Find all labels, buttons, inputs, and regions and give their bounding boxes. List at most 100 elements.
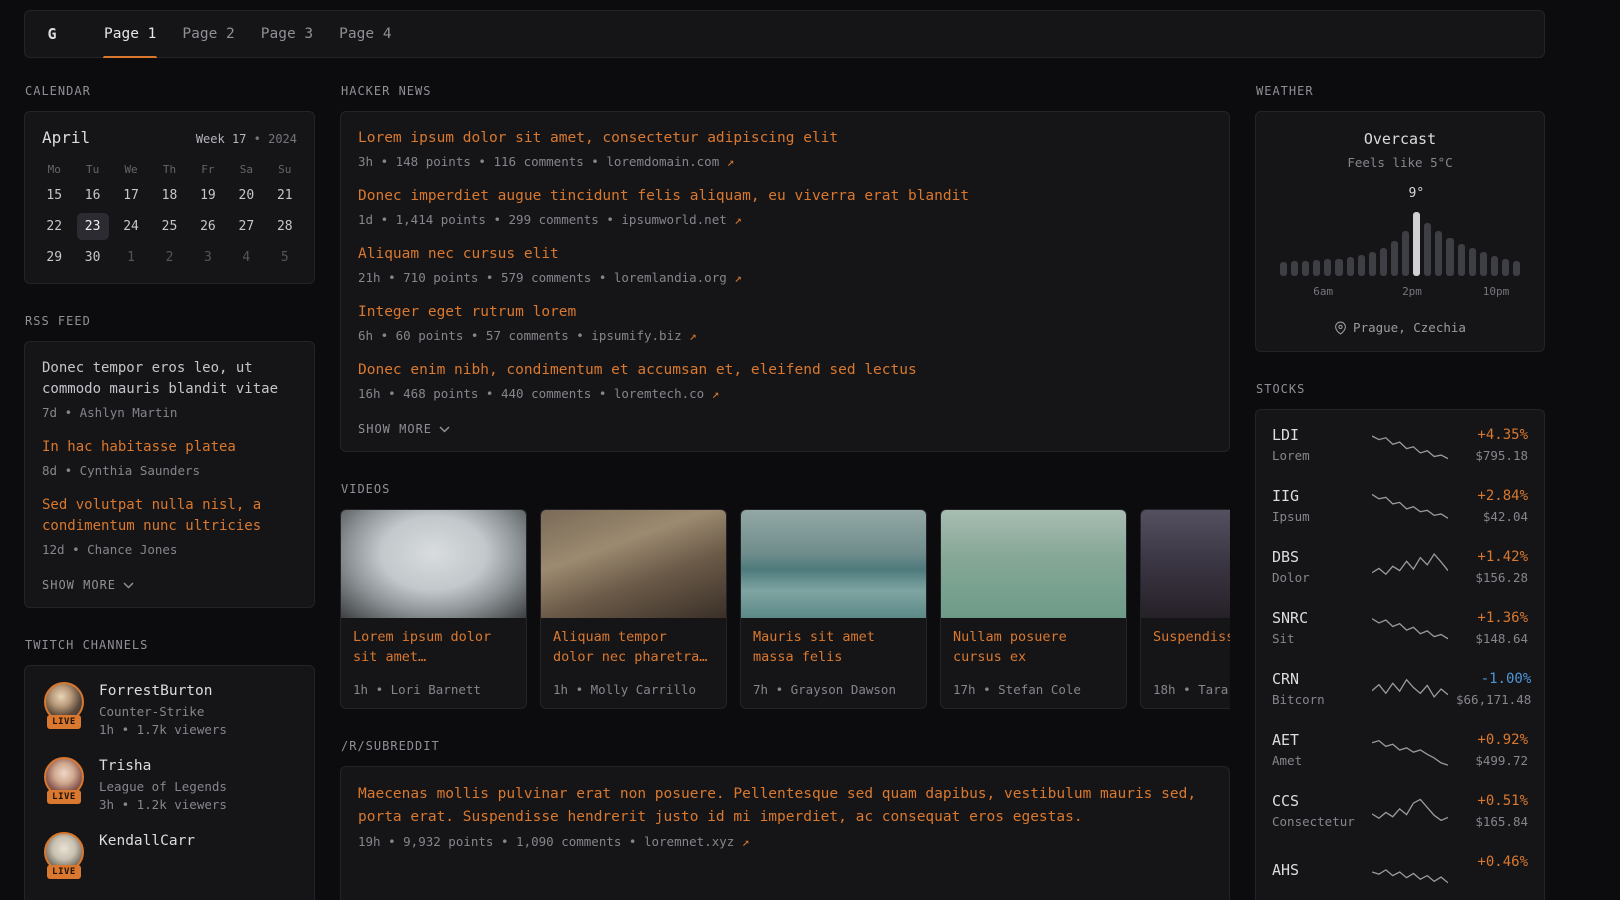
rss-section: RSS FEED Donec tempor eros leo, ut commo… — [24, 314, 315, 608]
video-thumbnail[interactable] — [341, 510, 526, 618]
video-thumbnail[interactable] — [1141, 510, 1230, 618]
news-item-title[interactable]: Aliquam nec cursus elit — [358, 244, 1212, 265]
calendar-day: 22 — [38, 213, 70, 240]
show-more-button[interactable]: SHOW MORE — [42, 578, 134, 592]
rss-item-title[interactable]: In hac habitasse platea — [42, 437, 297, 458]
video-card[interactable]: Suspendisse diam 18h • Tara — [1140, 509, 1230, 709]
video-title[interactable]: Mauris sit amet massa felis — [753, 627, 914, 667]
weather-bar — [1291, 261, 1298, 276]
stock-price: $66,171.48 — [1456, 692, 1531, 707]
video-title[interactable]: Nullam posuere cursus ex — [953, 627, 1114, 667]
rss-item-title[interactable]: Sed volutpat nulla nisl, a condimentum n… — [42, 495, 297, 537]
stock-symbol: AHS — [1272, 861, 1364, 880]
twitch-channel[interactable]: LIVE Trisha League of Legends 3h • 1.2k … — [42, 757, 297, 812]
weather-card: Overcast Feels like 5°C 9° 6am2pm10pm Pr… — [1255, 111, 1545, 352]
tab-page-2[interactable]: Page 2 — [169, 11, 247, 57]
video-card[interactable]: Aliquam tempor dolor nec pharetra… 1h • … — [540, 509, 727, 709]
external-link-icon[interactable]: ↗ — [742, 834, 750, 849]
left-column: CALENDAR April Week 17 • 2024 Mo Tu We T… — [24, 84, 315, 900]
hacker-news-section: HACKER NEWS Lorem ipsum dolor sit amet, … — [340, 84, 1230, 452]
live-badge: LIVE — [47, 715, 81, 729]
weather-bar — [1480, 252, 1487, 276]
stock-row[interactable]: AET Amet +0.92% $499.72 — [1256, 719, 1544, 780]
external-link-icon[interactable]: ↗ — [734, 270, 742, 285]
calendar-weekday-row: Mo Tu We Th Fr Sa Su — [25, 157, 314, 180]
stock-sparkline — [1372, 427, 1448, 463]
weather-bar — [1380, 248, 1387, 276]
external-link-icon[interactable]: ↗ — [734, 212, 742, 227]
topbar: G Page 1 Page 2 Page 3 Page 4 — [24, 10, 1545, 58]
stock-row[interactable]: CCS Consectetur +0.51% $165.84 — [1256, 780, 1544, 841]
stocks-section-title: STOCKS — [1256, 382, 1545, 397]
video-thumbnail[interactable] — [741, 510, 926, 618]
twitch-channel[interactable]: LIVE ForrestBurton Counter-Strike 1h • 1… — [42, 682, 297, 737]
calendar-week-label: Week 17 • 2024 — [196, 132, 297, 146]
twitch-channel-name[interactable]: ForrestBurton — [99, 682, 227, 701]
reddit-post-title[interactable]: Maecenas mollis pulvinar erat non posuer… — [358, 783, 1212, 829]
twitch-channel-name[interactable]: KendallCarr — [99, 832, 195, 851]
stock-symbol: LDI — [1272, 426, 1364, 445]
twitch-channel[interactable]: LIVE KendallCarr — [42, 832, 297, 879]
external-link-icon[interactable]: ↗ — [712, 386, 720, 401]
twitch-channel-game: League of Legends — [99, 779, 227, 794]
stock-row[interactable]: CRN Bitcorn -1.00% $66,171.48 — [1256, 658, 1544, 719]
rss-section-title: RSS FEED — [25, 314, 315, 329]
stock-change: +0.92% — [1456, 731, 1528, 749]
dashboard-page: G Page 1 Page 2 Page 3 Page 4 CALENDAR A… — [0, 0, 1620, 900]
stock-name: Dolor — [1272, 570, 1364, 585]
calendar-section-title: CALENDAR — [25, 84, 315, 99]
weather-bar — [1324, 259, 1331, 276]
stocks-section: STOCKS LDI Lorem +4.35% $795.18 — [1255, 382, 1545, 900]
rss-item: Sed volutpat nulla nisl, a condimentum n… — [42, 495, 297, 557]
stock-row[interactable]: IIG Ipsum +2.84% $42.04 — [1256, 475, 1544, 536]
calendar-days-grid: 15 16 17 18 19 20 21 22 23 24 25 26 27 2… — [25, 180, 314, 273]
video-title[interactable]: Lorem ipsum dolor sit amet consectetu… — [353, 627, 514, 667]
calendar-day: 29 — [38, 244, 70, 271]
tab-page-1[interactable]: Page 1 — [91, 11, 169, 57]
videos-scroll-row: Lorem ipsum dolor sit amet consectetu… 1… — [340, 509, 1230, 709]
video-title[interactable]: Suspendisse diam — [1153, 627, 1230, 647]
twitch-channel-name[interactable]: Trisha — [99, 757, 227, 776]
video-title[interactable]: Aliquam tempor dolor nec pharetra… — [553, 627, 714, 667]
stock-price: $795.18 — [1456, 448, 1528, 463]
rss-item-title[interactable]: Donec tempor eros leo, ut commodo mauris… — [42, 358, 297, 400]
stock-row[interactable]: SNRC Sit +1.36% $148.64 — [1256, 597, 1544, 658]
stock-sparkline — [1372, 732, 1448, 768]
news-item-meta: 1d • 1,414 points • 299 comments • ipsum… — [358, 212, 1212, 227]
video-card[interactable]: Lorem ipsum dolor sit amet consectetu… 1… — [340, 509, 527, 709]
tab-page-3[interactable]: Page 3 — [248, 11, 326, 57]
stock-price: $156.28 — [1456, 570, 1528, 585]
calendar-day: 28 — [269, 213, 301, 240]
show-more-button[interactable]: SHOW MORE — [358, 422, 450, 436]
video-card[interactable]: Mauris sit amet massa felis 7h • Grayson… — [740, 509, 927, 709]
news-item-title[interactable]: Donec imperdiet augue tincidunt felis al… — [358, 186, 1212, 207]
stock-price: $148.64 — [1456, 631, 1528, 646]
tab-page-4[interactable]: Page 4 — [326, 11, 404, 57]
subreddit-section: /R/SUBREDDIT Maecenas mollis pulvinar er… — [340, 739, 1230, 900]
stock-row[interactable]: LDI Lorem +4.35% $795.18 — [1256, 414, 1544, 475]
app-logo[interactable]: G — [25, 11, 79, 57]
news-item-meta: 3h • 148 points • 116 comments • loremdo… — [358, 154, 1212, 169]
stock-name: Lorem — [1272, 448, 1364, 463]
video-thumbnail[interactable] — [541, 510, 726, 618]
external-link-icon[interactable]: ↗ — [689, 328, 697, 343]
weather-bar — [1335, 259, 1342, 277]
stock-change: +1.42% — [1456, 548, 1528, 566]
calendar-day-next-month: 4 — [230, 244, 262, 271]
stock-symbol: CRN — [1272, 670, 1364, 689]
weather-bar — [1369, 252, 1376, 276]
external-link-icon[interactable]: ↗ — [727, 154, 735, 169]
news-item-title[interactable]: Lorem ipsum dolor sit amet, consectetur … — [358, 128, 1212, 149]
reddit-post-meta: 19h • 9,932 points • 1,090 comments • lo… — [358, 834, 1212, 849]
video-card[interactable]: Nullam posuere cursus ex 17h • Stefan Co… — [940, 509, 1127, 709]
twitch-section-title: TWITCH CHANNELS — [25, 638, 315, 653]
news-item-title[interactable]: Integer eget rutrum lorem — [358, 302, 1212, 323]
news-item-title[interactable]: Donec enim nibh, condimentum et accumsan… — [358, 360, 1212, 381]
video-thumbnail[interactable] — [941, 510, 1126, 618]
stock-row[interactable]: DBS Dolor +1.42% $156.28 — [1256, 536, 1544, 597]
stock-row[interactable]: AHS +0.46% — [1256, 841, 1544, 900]
calendar-day: 18 — [153, 182, 185, 209]
weather-time-label: 2pm — [1402, 285, 1422, 298]
weather-time-label: 10pm — [1483, 285, 1510, 298]
reddit-post: Maecenas mollis pulvinar erat non posuer… — [358, 783, 1212, 849]
